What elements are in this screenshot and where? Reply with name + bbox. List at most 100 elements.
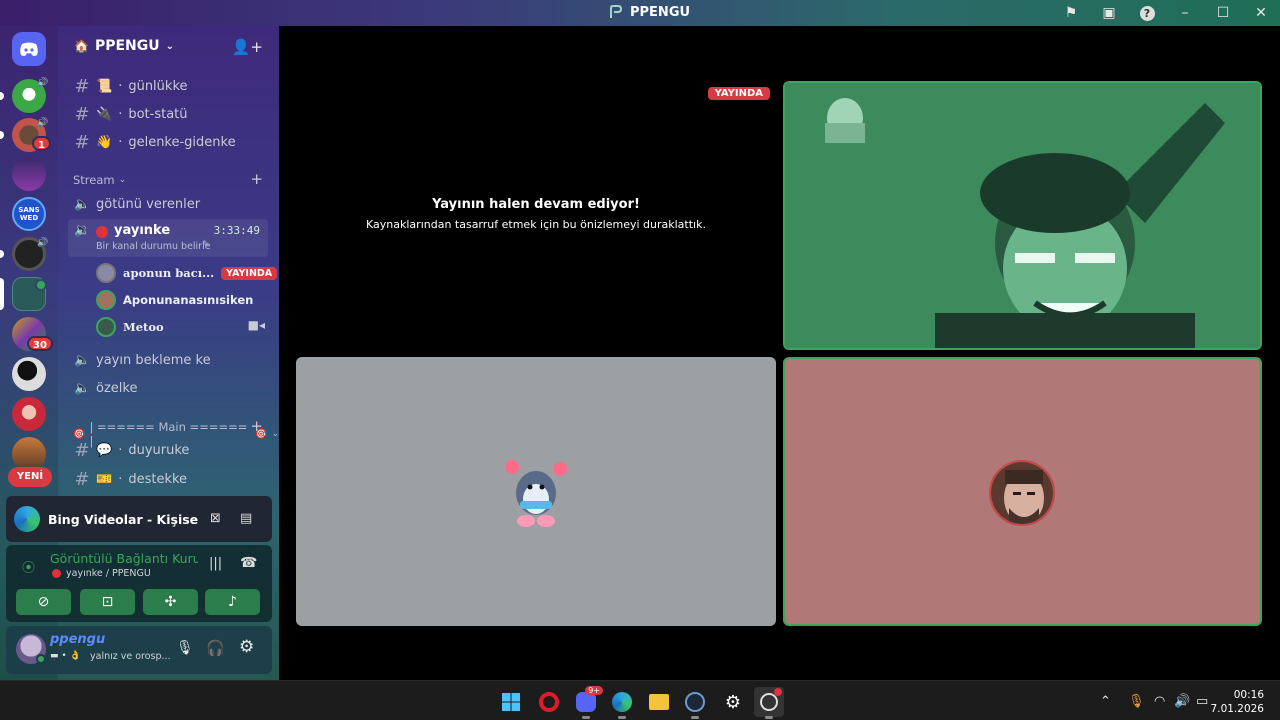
invite-people-icon[interactable]: 👤+ bbox=[232, 38, 263, 56]
wifi-tray-icon[interactable]: ◠ bbox=[1154, 681, 1165, 720]
voice-connection-panel: ⦿ Görüntülü Bağlantı Kurulc yayınke / PP… bbox=[6, 545, 272, 622]
start-button[interactable] bbox=[496, 687, 526, 717]
ppengu-taskbar-button[interactable] bbox=[754, 687, 784, 719]
voice-channel-gotunu-verenler[interactable]: 🔈 götünü verenler bbox=[68, 191, 268, 217]
discord-taskbar-button[interactable]: 9+ bbox=[571, 686, 603, 719]
voice-connection-location[interactable]: yayınke / PPENGU bbox=[66, 568, 151, 579]
server-icon-sanswed[interactable]: SANS WED bbox=[12, 197, 46, 231]
voice-channel-yayin-bekleme-ke[interactable]: 🔈 yayın bekleme ke bbox=[68, 347, 268, 373]
channel-gunlukke[interactable]: # 📜 · günlükke bbox=[68, 73, 268, 99]
ppengu-app-icon bbox=[760, 693, 778, 711]
category-stream[interactable]: Stream ⌄ bbox=[73, 173, 126, 187]
microphone-tray-icon[interactable]: 🎙 bbox=[1128, 681, 1145, 720]
voice-user-name: Metoo bbox=[123, 320, 164, 334]
channel-status-text[interactable]: Bir kanal durumu belirle bbox=[96, 241, 211, 252]
file-explorer-button[interactable] bbox=[644, 687, 674, 717]
voice-channel-ozelke[interactable]: 🔈 özelke bbox=[68, 375, 268, 401]
voice-user-1[interactable]: aponun bacı... YAYINDA bbox=[96, 263, 278, 283]
disconnect-icon[interactable]: ☎ bbox=[240, 555, 257, 571]
close-button[interactable]: ✕ bbox=[1242, 0, 1280, 26]
pencil-icon[interactable]: ✎ bbox=[202, 240, 210, 250]
mention-badge: 1 bbox=[32, 136, 51, 151]
server-icon-8[interactable] bbox=[12, 357, 46, 391]
speaker-icon: 🔊 bbox=[37, 238, 49, 248]
webcam-tile[interactable] bbox=[783, 81, 1262, 350]
channel-bot-statu[interactable]: # 🔌 · bot-statü bbox=[68, 101, 268, 127]
server-icon-9[interactable] bbox=[12, 397, 46, 431]
opera-taskbar-button[interactable] bbox=[534, 687, 564, 717]
discord-home-button[interactable] bbox=[12, 32, 46, 66]
video-status-icon bbox=[35, 279, 47, 291]
signal-icon: ⦿ bbox=[22, 561, 36, 576]
separator: · bbox=[118, 106, 123, 122]
volume-tray-icon[interactable]: 🔊 bbox=[1174, 681, 1190, 720]
microphone-icon: 🎙 bbox=[1128, 693, 1145, 709]
paused-stream-tile[interactable]: YAYINDA Yayının halen devam ediyor! Kayn… bbox=[296, 81, 776, 351]
flag-icon[interactable]: ⚑ bbox=[1052, 0, 1090, 26]
avatar bbox=[989, 460, 1055, 526]
live-badge: YAYINDA bbox=[707, 87, 770, 100]
channel-name: yayın bekleme ke bbox=[96, 352, 211, 368]
soundboard-button[interactable]: ♪ bbox=[205, 589, 260, 615]
voice-channel-yayinke[interactable]: 🔉 yayınke 3:33:49 Bir kanal durumu belir… bbox=[68, 219, 268, 257]
voice-user-name: Aponunanasınısiken bbox=[123, 293, 254, 307]
recording-dot bbox=[774, 688, 782, 696]
hashtag-icon: # bbox=[74, 439, 90, 461]
edge-taskbar-button[interactable] bbox=[607, 687, 637, 719]
screen-share-button[interactable]: ⊡ bbox=[80, 589, 135, 615]
discord-icon bbox=[576, 692, 596, 712]
participant-tile-gray[interactable] bbox=[296, 357, 776, 626]
webcam-person-image bbox=[785, 83, 1260, 348]
steam-taskbar-button[interactable] bbox=[680, 687, 710, 719]
channel-destekke[interactable]: # 🎫 · destekke bbox=[68, 466, 268, 492]
separator: · bbox=[118, 442, 123, 458]
add-channel-icon[interactable]: + bbox=[250, 170, 263, 188]
chevron-up-icon: ⌃ bbox=[1100, 693, 1111, 709]
camera-toggle-button[interactable]: ⊘ bbox=[16, 589, 71, 615]
maximize-button[interactable]: ☐ bbox=[1204, 0, 1242, 26]
battery-tray-icon[interactable]: ▭ bbox=[1196, 681, 1208, 720]
system-clock[interactable]: 00:16 7.01.2026 bbox=[1211, 688, 1264, 716]
voice-speaker-icon: 🔉 bbox=[74, 223, 91, 238]
noise-suppression-icon[interactable]: ||| bbox=[209, 556, 222, 571]
server-name: PPENGU bbox=[94, 38, 160, 54]
server-icon-3[interactable] bbox=[12, 157, 46, 191]
new-servers-badge[interactable]: YENİ bbox=[8, 467, 52, 487]
voice-user-2[interactable]: Aponunanasınısiken bbox=[96, 290, 253, 310]
screen-share-icon[interactable]: ▣ bbox=[1090, 0, 1128, 26]
volume-icon: 🔊 bbox=[1174, 693, 1191, 709]
server-header[interactable]: 🏠 PPENGU ⌄ bbox=[74, 38, 174, 54]
channel-emoji: 🔌 bbox=[96, 106, 113, 122]
server-icon-10[interactable] bbox=[12, 437, 46, 471]
minimize-button[interactable]: – bbox=[1166, 0, 1204, 26]
ppengu-logo-icon bbox=[610, 5, 623, 18]
channel-emoji: 💬 bbox=[96, 442, 113, 458]
settings-gear-icon[interactable]: ⚙ bbox=[239, 637, 254, 657]
username[interactable]: ppengu bbox=[50, 632, 105, 647]
face-avatar-image bbox=[991, 462, 1053, 524]
obs-taskbar-button[interactable]: ⚙ bbox=[718, 687, 748, 717]
clapperboard-icon[interactable]: ▤ bbox=[240, 511, 252, 526]
participant-tile-pink[interactable] bbox=[783, 357, 1262, 626]
activities-button[interactable]: ✣ bbox=[143, 589, 198, 615]
channel-name: bot-statü bbox=[128, 106, 188, 122]
microphone-icon[interactable]: 🎙 bbox=[176, 640, 194, 656]
chevron-down-icon: ⌄ bbox=[165, 40, 175, 52]
windows-logo-icon bbox=[502, 693, 520, 711]
avatar bbox=[96, 317, 116, 337]
channel-gelenke-gidenke[interactable]: # 👋 · gelenke-gidenke bbox=[68, 129, 268, 155]
chevron-down-icon: ⌄ bbox=[271, 429, 279, 439]
activity-panel[interactable]: Bing Videolar - Kişisel - ... ⊠ ▤ bbox=[6, 496, 272, 542]
wifi-icon: ◠ bbox=[1154, 693, 1166, 709]
hashtag-icon: # bbox=[74, 468, 90, 490]
help-icon[interactable]: ? bbox=[1128, 0, 1166, 26]
add-channel-icon[interactable]: + bbox=[250, 417, 263, 435]
channel-duyuruke[interactable]: # 💬 · duyuruke bbox=[68, 437, 268, 463]
mention-badge: 30 bbox=[27, 336, 53, 351]
voice-connection-status[interactable]: Görüntülü Bağlantı Kurulc bbox=[50, 551, 198, 566]
voice-user-3[interactable]: Metoo bbox=[96, 317, 164, 337]
stop-sharing-icon[interactable]: ⊠ bbox=[210, 511, 221, 526]
edge-browser-icon bbox=[612, 692, 632, 712]
headphones-icon[interactable]: 🎧 bbox=[206, 639, 225, 657]
show-hidden-icons[interactable]: ⌃ bbox=[1100, 681, 1111, 720]
